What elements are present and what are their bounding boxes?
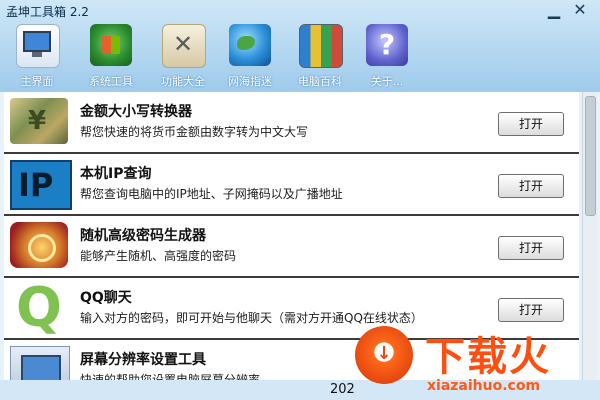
list-item-ip-lookup: 本机IP查询 帮您查询电脑中的IP地址、子网掩码以及广播地址 打开 (4, 154, 579, 216)
toolbar-item-system-tools[interactable]: 系统工具 (80, 24, 142, 92)
tool-description: 帮您查询电脑中的IP地址、子网掩码以及广播地址 (80, 187, 343, 201)
toolbar-item-label: 系统工具 (89, 75, 133, 88)
toolbar-item-home[interactable]: 主界面 (6, 24, 68, 92)
list-item-password-generator: 随机高级密码生成器 能够产生随机、高强度的密码 打开 (4, 216, 579, 278)
tool-description: 快速的帮助您设置电脑屏幕分辨率 (80, 373, 261, 380)
open-button[interactable]: 打开 (498, 236, 564, 260)
tools-icon (162, 24, 206, 68)
open-button[interactable]: 打开 (498, 174, 564, 198)
list-item-currency-converter: 金额大小写转换器 帮您快速的将货币金额由数字转为中文大写 打开 (4, 92, 579, 154)
main-toolbar: 主界面 系统工具 功能大全 网海指迷 电脑百科 关于... (0, 24, 600, 92)
title-bar: 孟坤工具箱 2.2 ▁ ✕ (0, 0, 600, 22)
ip-icon (10, 160, 72, 210)
close-button[interactable]: ✕ (571, 1, 589, 19)
watermark-title: 下载火 (425, 334, 551, 380)
toolbar-item-encyclopedia[interactable]: 电脑百科 (289, 24, 351, 92)
toolbar-item-label: 电脑百科 (298, 75, 342, 88)
tool-name: 本机IP查询 (80, 166, 152, 182)
money-icon (10, 98, 68, 144)
lock-icon (10, 222, 68, 268)
tool-name: 屏幕分辨率设置工具 (80, 352, 206, 368)
minimize-button[interactable]: ▁ (545, 1, 563, 19)
toolbar-item-label: 主界面 (20, 75, 54, 88)
watermark-overlay: 下载火 xiazaihuo.com (355, 322, 600, 400)
tool-name: QQ聊天 (80, 290, 132, 306)
qq-icon (10, 276, 68, 339)
watermark-url: xiazaihuo.com (427, 378, 541, 394)
toolbar-item-label: 关于... (370, 75, 404, 88)
windows-logo-icon (90, 24, 132, 66)
open-button[interactable]: 打开 (498, 112, 564, 136)
globe-icon (229, 24, 271, 66)
app-window: 孟坤工具箱 2.2 ▁ ✕ 主界面 系统工具 功能大全 网海指迷 电脑百科 关于… (0, 0, 600, 400)
tool-name: 随机高级密码生成器 (80, 228, 206, 244)
tool-name: 金额大小写转换器 (80, 104, 192, 120)
tool-description: 能够产生随机、高强度的密码 (80, 249, 237, 263)
toolbar-item-features[interactable]: 功能大全 (152, 24, 214, 92)
status-text: 202 (330, 382, 355, 397)
scrollbar-thumb[interactable] (585, 96, 596, 216)
screen-icon (10, 346, 70, 380)
download-logo-icon (355, 326, 413, 384)
books-icon (299, 24, 343, 68)
tool-description: 帮您快速的将货币金额由数字转为中文大写 (80, 125, 309, 139)
help-icon (366, 24, 408, 66)
toolbar-item-web-guide[interactable]: 网海指迷 (219, 24, 281, 92)
toolbar-item-label: 功能大全 (161, 75, 205, 88)
toolbar-item-label: 网海指迷 (228, 75, 272, 88)
app-title: 孟坤工具箱 2.2 (6, 5, 89, 19)
monitor-icon (16, 24, 60, 68)
open-button[interactable]: 打开 (498, 298, 564, 322)
toolbar-item-about[interactable]: 关于... (356, 24, 418, 92)
